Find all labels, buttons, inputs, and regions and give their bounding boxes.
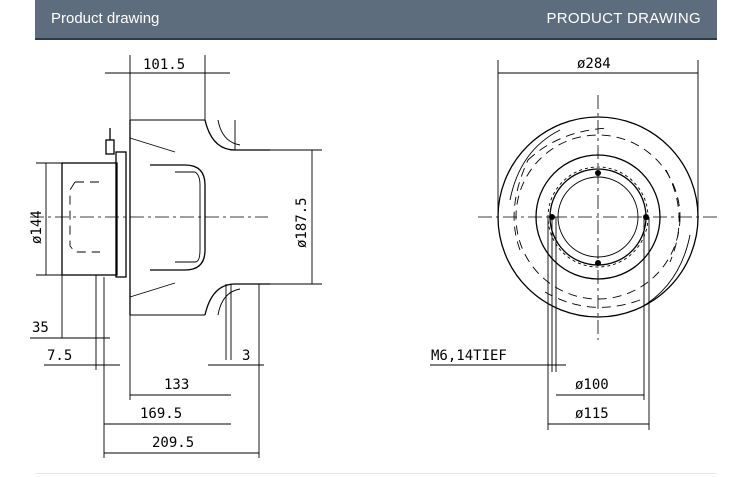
connector-pin bbox=[105, 139, 115, 155]
inlet-ring-top bbox=[204, 119, 270, 151]
inlet-ring-bottom bbox=[204, 283, 270, 316]
dim-label-187-5: ø187.5 bbox=[294, 197, 310, 248]
bolt-hole bbox=[595, 170, 601, 176]
bottom-divider bbox=[35, 473, 717, 474]
dim-label-3: 3 bbox=[242, 348, 250, 364]
dim-label-100: ø100 bbox=[575, 377, 609, 393]
dim-label-7-5: 7.5 bbox=[47, 348, 72, 364]
dim-label-35: 35 bbox=[32, 320, 49, 336]
inlet-ring-top-inner bbox=[217, 119, 241, 146]
dim-label-133: 133 bbox=[164, 377, 189, 393]
blade-curves bbox=[509, 129, 691, 309]
dim-label-144: ø144 bbox=[29, 210, 45, 244]
dim-label-284: ø284 bbox=[577, 56, 611, 72]
blade-line-top bbox=[129, 137, 176, 153]
dim-label-115: ø115 bbox=[575, 406, 609, 422]
blade-line-bottom bbox=[129, 282, 176, 298]
product-drawing: 101.5 ø144 ø187.5 35 7.5 3 133 169.5 209… bbox=[29, 55, 718, 458]
inlet-ring-bottom-inner bbox=[217, 288, 241, 316]
dim-label-101-5: 101.5 bbox=[143, 57, 185, 73]
front-view: ø284 M6,14TIEF ø100 ø115 bbox=[430, 56, 718, 430]
dim-label-209-5: 209.5 bbox=[152, 435, 194, 451]
bolt-hole bbox=[595, 260, 601, 266]
hub-outline bbox=[150, 164, 206, 271]
thread-note: M6,14TIEF bbox=[431, 348, 507, 364]
side-view: 101.5 ø144 ø187.5 35 7.5 3 133 169.5 209… bbox=[29, 55, 322, 458]
dim-label-169-5: 169.5 bbox=[140, 406, 182, 422]
